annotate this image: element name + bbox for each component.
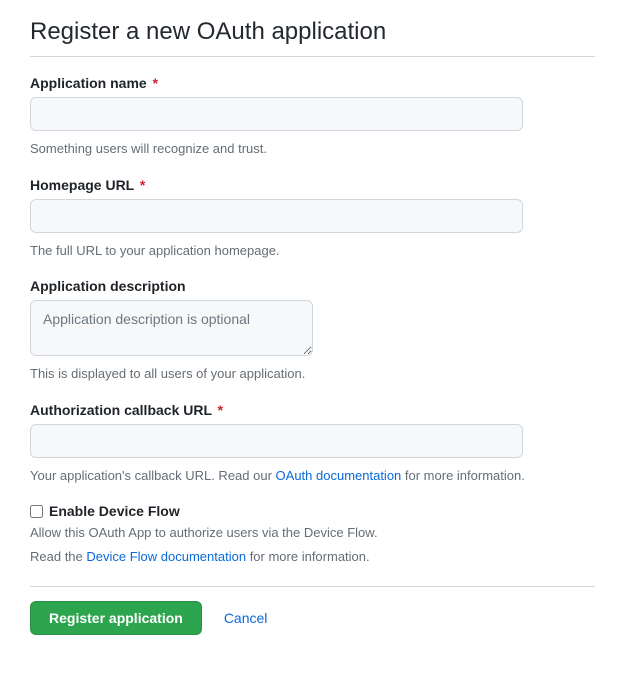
homepage-url-label-text: Homepage URL <box>30 177 134 193</box>
homepage-url-input[interactable] <box>30 199 523 233</box>
required-asterisk: * <box>218 402 223 418</box>
device-flow-label: Enable Device Flow <box>49 503 180 519</box>
app-name-group: Application name * Something users will … <box>30 75 595 159</box>
required-asterisk: * <box>153 75 158 91</box>
device-flow-checkbox[interactable] <box>30 505 43 518</box>
description-input[interactable] <box>30 300 313 356</box>
page-title: Register a new OAuth application <box>30 18 595 46</box>
app-name-label: Application name * <box>30 75 595 91</box>
homepage-url-label: Homepage URL * <box>30 177 595 193</box>
homepage-url-hint: The full URL to your application homepag… <box>30 241 595 261</box>
device-flow-row: Enable Device Flow <box>30 503 595 519</box>
cancel-link[interactable]: Cancel <box>224 610 268 626</box>
app-name-hint: Something users will recognize and trust… <box>30 139 595 159</box>
callback-url-label-text: Authorization callback URL <box>30 402 212 418</box>
callback-url-hint: Your application's callback URL. Read ou… <box>30 466 595 486</box>
device-flow-hint2-suffix: for more information. <box>246 549 370 564</box>
app-name-input[interactable] <box>30 97 523 131</box>
description-group: Application description This is displaye… <box>30 278 595 384</box>
oauth-app-form: Application name * Something users will … <box>30 75 595 635</box>
device-flow-group: Enable Device Flow Allow this OAuth App … <box>30 503 595 566</box>
required-asterisk: * <box>140 177 145 193</box>
callback-hint-prefix: Your application's callback URL. Read ou… <box>30 468 276 483</box>
oauth-documentation-link[interactable]: OAuth documentation <box>276 468 402 483</box>
callback-url-input[interactable] <box>30 424 523 458</box>
device-flow-hint-1: Allow this OAuth App to authorize users … <box>30 523 595 543</box>
actions-divider <box>30 586 595 587</box>
callback-url-label: Authorization callback URL * <box>30 402 595 418</box>
register-application-button[interactable]: Register application <box>30 601 202 635</box>
description-hint: This is displayed to all users of your a… <box>30 364 595 384</box>
description-label: Application description <box>30 278 595 294</box>
app-name-label-text: Application name <box>30 75 147 91</box>
callback-hint-suffix: for more information. <box>401 468 525 483</box>
device-flow-hint2-prefix: Read the <box>30 549 86 564</box>
title-divider <box>30 56 595 57</box>
homepage-url-group: Homepage URL * The full URL to your appl… <box>30 177 595 261</box>
form-actions: Register application Cancel <box>30 601 595 635</box>
device-flow-documentation-link[interactable]: Device Flow documentation <box>86 549 246 564</box>
device-flow-hint-2: Read the Device Flow documentation for m… <box>30 547 595 567</box>
callback-url-group: Authorization callback URL * Your applic… <box>30 402 595 486</box>
